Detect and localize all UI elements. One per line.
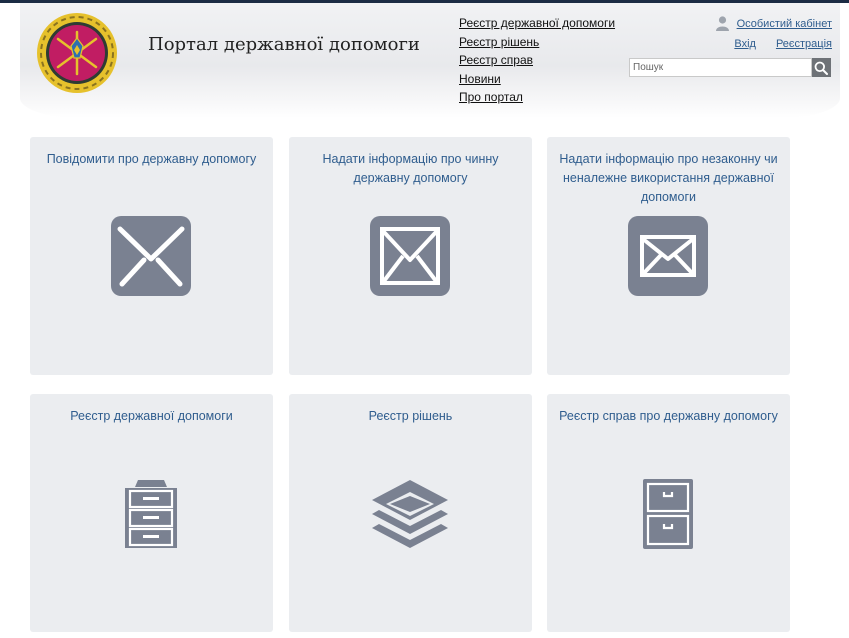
nav-link-decisions-register[interactable]: Реєстр рішень (459, 33, 615, 52)
envelope-icon (370, 216, 450, 296)
card-state-aid-register[interactable]: Реєстр державної допомоги (30, 394, 273, 632)
user-icon (715, 16, 729, 31)
login-link[interactable]: Вхід (734, 38, 756, 50)
nav-link-about[interactable]: Про портал (459, 88, 615, 107)
card-cases-register[interactable]: Реєстр справ про державну допомогу (547, 394, 790, 632)
envelope-open-icon (111, 216, 191, 296)
search-box (629, 58, 831, 77)
card-report-illegal-aid[interactable]: Надати інформацію про незаконну чи ненал… (547, 137, 790, 375)
card-provide-current-aid-info[interactable]: Надати інформацію про чинну державну доп… (289, 137, 532, 375)
card-title: Реєстр рішень (368, 409, 453, 423)
envelope-icon (628, 216, 708, 296)
card-title: Надати інформацію про незаконну чи ненал… (559, 152, 778, 204)
layers-icon (372, 480, 448, 548)
nav-link-cases-register[interactable]: Реєстр справ (459, 51, 615, 70)
user-cabinet: Особистий кабінет (715, 16, 832, 31)
nav-link-news[interactable]: Новини (459, 70, 615, 89)
search-input[interactable] (629, 58, 812, 77)
filing-cabinet-icon (125, 480, 177, 548)
nav-link-state-aid-register[interactable]: Реєстр державної допомоги (459, 14, 615, 33)
coat-of-arms-logo[interactable] (36, 12, 118, 94)
search-button[interactable] (811, 58, 831, 77)
card-title: Повідомити про державну допомогу (46, 152, 257, 166)
personal-cabinet-link[interactable]: Особистий кабінет (737, 18, 832, 30)
card-title: Реєстр державної допомоги (70, 409, 233, 423)
card-decisions-register[interactable]: Реєстр рішень (289, 394, 532, 632)
card-title: Реєстр справ про державну допомогу (559, 409, 778, 423)
card-notify-state-aid[interactable]: Повідомити про державну допомогу (30, 137, 273, 375)
card-title: Надати інформацію про чинну державну доп… (322, 152, 499, 185)
register-link[interactable]: Реєстрація (776, 38, 832, 50)
main-nav: Реєстр державної допомоги Реєстр рішень … (459, 14, 615, 107)
search-icon (814, 61, 829, 75)
archive-cabinet-icon (643, 479, 693, 549)
auth-links: Вхід Реєстрація (734, 38, 832, 50)
site-title: Портал державної допомоги (148, 34, 420, 55)
